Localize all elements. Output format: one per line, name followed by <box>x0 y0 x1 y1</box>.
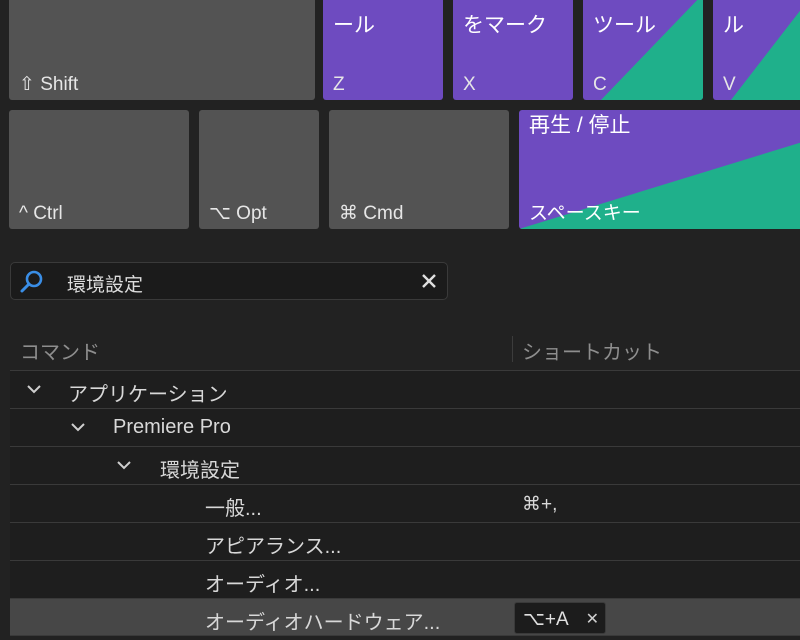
close-icon <box>422 274 436 288</box>
shortcut-chip[interactable]: ⌥+A ✕ <box>514 602 606 634</box>
key-c-command: ツール <box>593 14 656 37</box>
tree-row-preferences[interactable]: 環境設定 <box>10 446 800 484</box>
tree-row-general[interactable]: 一般... ⌘+, <box>10 484 800 522</box>
column-command[interactable]: コマンド <box>20 336 100 365</box>
column-header: コマンド ショートカット <box>0 332 800 368</box>
key-v[interactable]: ル V <box>713 0 800 100</box>
column-divider[interactable] <box>512 336 513 362</box>
key-z-command: ール <box>333 14 375 37</box>
key-space-command: 再生 / 停止 <box>529 114 631 137</box>
key-space-label: スペースキー <box>529 203 641 224</box>
search-field[interactable]: 環境設定 <box>10 262 448 300</box>
tree-row-audio[interactable]: オーディオ... <box>10 560 800 598</box>
key-z-letter: Z <box>333 74 345 95</box>
key-space[interactable]: 再生 / 停止 スペースキー <box>519 110 800 229</box>
key-v-letter: V <box>723 74 736 95</box>
key-ctrl-label: ^ Ctrl <box>19 203 63 224</box>
column-shortcut[interactable]: ショートカット <box>522 336 662 365</box>
tree-label: 環境設定 <box>160 460 240 482</box>
tree-label: Premiere Pro <box>113 416 231 438</box>
tree-row-appearance[interactable]: アピアランス... <box>10 522 800 560</box>
key-opt[interactable]: ⌥ Opt <box>199 110 319 229</box>
shortcut-value[interactable]: ⌘+, <box>522 493 557 516</box>
key-x[interactable]: をマーク X <box>453 0 573 100</box>
tree-row-application[interactable]: アプリケーション <box>10 370 800 408</box>
command-label: 一般... <box>205 498 262 520</box>
chevron-down-icon[interactable] <box>70 419 86 435</box>
key-shift[interactable]: ⇧ Shift <box>9 0 315 100</box>
tree-label: アプリケーション <box>68 384 228 406</box>
key-c-letter: C <box>593 74 607 95</box>
command-label: オーディオ... <box>205 574 321 596</box>
key-ctrl[interactable]: ^ Ctrl <box>9 110 189 229</box>
command-label: アピアランス... <box>205 536 342 558</box>
key-cmd-label: ⌘ Cmd <box>339 203 404 224</box>
key-c[interactable]: ツール C <box>583 0 703 100</box>
tree-row-audio-hardware[interactable]: オーディオハードウェア... ⌥+A ✕ <box>10 598 800 636</box>
command-label: オーディオハードウェア... <box>205 612 441 634</box>
chevron-down-icon[interactable] <box>26 381 42 397</box>
key-cmd[interactable]: ⌘ Cmd <box>329 110 509 229</box>
key-x-letter: X <box>463 74 476 95</box>
search-input[interactable]: 環境設定 <box>67 270 143 297</box>
key-shift-label: ⇧ Shift <box>19 74 79 95</box>
clear-search-button[interactable] <box>417 269 441 293</box>
tree-row-premiere-pro[interactable]: Premiere Pro <box>10 408 800 446</box>
shortcut-value: ⌥+A <box>523 609 569 630</box>
remove-shortcut-button[interactable]: ✕ <box>586 609 599 629</box>
chevron-down-icon[interactable] <box>116 457 132 473</box>
key-z[interactable]: ール Z <box>323 0 443 100</box>
key-v-command: ル <box>723 14 744 37</box>
search-icon <box>19 269 45 300</box>
key-x-command: をマーク <box>463 14 547 37</box>
key-opt-label: ⌥ Opt <box>209 203 267 224</box>
command-tree: アプリケーション Premiere Pro 環境設定 一般... ⌘+, アピア… <box>10 370 800 636</box>
